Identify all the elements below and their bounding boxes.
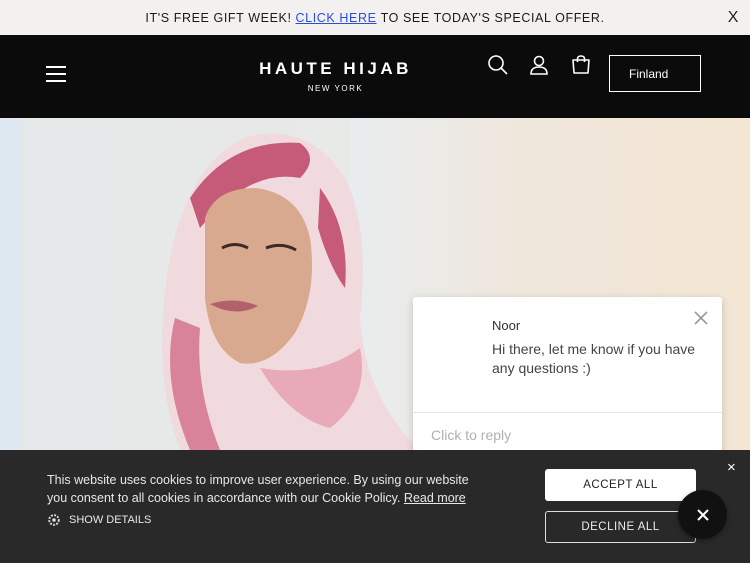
announcement-prefix: IT'S FREE GIFT WEEK!	[145, 10, 292, 25]
menu-icon[interactable]	[46, 66, 66, 82]
chat-popup: Noor Hi there, let me know if you have a…	[413, 297, 722, 459]
show-details-button[interactable]: SHOW DETAILS	[47, 513, 151, 527]
logo[interactable]: HAUTE HIJAB NEW YORK	[258, 59, 413, 93]
chat-close-icon[interactable]	[690, 307, 712, 329]
chat-launcher-button[interactable]	[678, 490, 727, 539]
chat-agent-name: Noor	[492, 318, 521, 333]
search-icon[interactable]	[487, 54, 511, 78]
chat-divider	[413, 412, 722, 413]
logo-sub: NEW YORK	[307, 84, 364, 93]
cookie-text: This website uses cookies to improve use…	[47, 471, 477, 507]
chat-message: Hi there, let me know if you have any qu…	[492, 341, 696, 376]
close-icon	[696, 508, 709, 521]
decline-all-button[interactable]: DECLINE ALL	[545, 511, 696, 543]
site-header: HAUTE HIJAB NEW YORK Finland	[0, 35, 750, 118]
cookie-close-button[interactable]: ×	[727, 459, 736, 476]
announcement-close-button[interactable]: X	[728, 9, 739, 27]
announcement-bar: IT'S FREE GIFT WEEK! CLICK HERE TO SEE T…	[0, 0, 750, 35]
account-icon[interactable]	[528, 54, 552, 78]
show-details-label: SHOW DETAILS	[69, 514, 152, 526]
cookie-banner: This website uses cookies to improve use…	[0, 450, 750, 563]
country-selector[interactable]: Finland	[609, 55, 701, 92]
announcement-suffix: TO SEE TODAY'S SPECIAL OFFER.	[380, 10, 605, 25]
chat-reply-input[interactable]: Click to reply	[431, 427, 511, 443]
read-more-link[interactable]: Read more	[404, 491, 466, 505]
announcement-link[interactable]: CLICK HERE	[296, 11, 377, 25]
logo-main: HAUTE HIJAB	[259, 59, 412, 78]
cart-icon[interactable]	[570, 54, 594, 78]
accept-all-button[interactable]: ACCEPT ALL	[545, 469, 696, 501]
gear-icon	[48, 514, 60, 526]
